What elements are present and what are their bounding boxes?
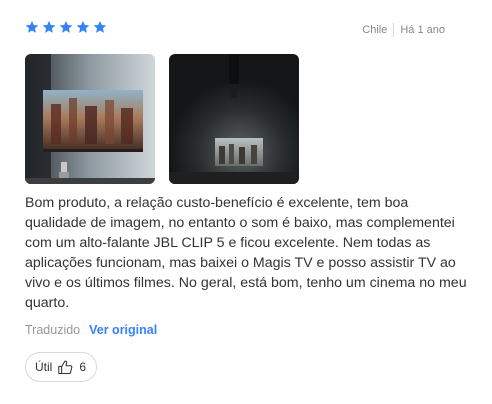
thumbs-up-icon bbox=[58, 360, 73, 374]
review-meta: Chile Há 1 ano bbox=[362, 23, 445, 37]
translated-label: Traduzido bbox=[25, 323, 81, 337]
view-original-link[interactable]: Ver original bbox=[89, 323, 157, 337]
translation-notice: Traduzido Ver original bbox=[25, 323, 157, 337]
star-icon bbox=[76, 20, 90, 33]
review-photo-1[interactable] bbox=[25, 54, 155, 184]
star-icon bbox=[93, 20, 107, 33]
projector-screen-photo bbox=[25, 54, 155, 184]
review-country: Chile bbox=[362, 24, 388, 36]
star-icon bbox=[42, 20, 56, 33]
star-rating bbox=[25, 20, 107, 34]
useful-count: 6 bbox=[79, 360, 87, 374]
star-icon bbox=[25, 20, 39, 33]
useful-button[interactable]: Útil 6 bbox=[25, 352, 98, 382]
review-date: Há 1 ano bbox=[400, 24, 445, 36]
review-photos bbox=[25, 54, 299, 184]
review-text: Bom produto, a relação custo-benefício é… bbox=[25, 195, 467, 311]
star-icon bbox=[59, 20, 73, 33]
review-photo-2[interactable] bbox=[169, 54, 299, 184]
dark-room-projection-photo bbox=[169, 54, 299, 184]
useful-label: Útil bbox=[35, 360, 53, 374]
meta-divider bbox=[393, 23, 395, 37]
